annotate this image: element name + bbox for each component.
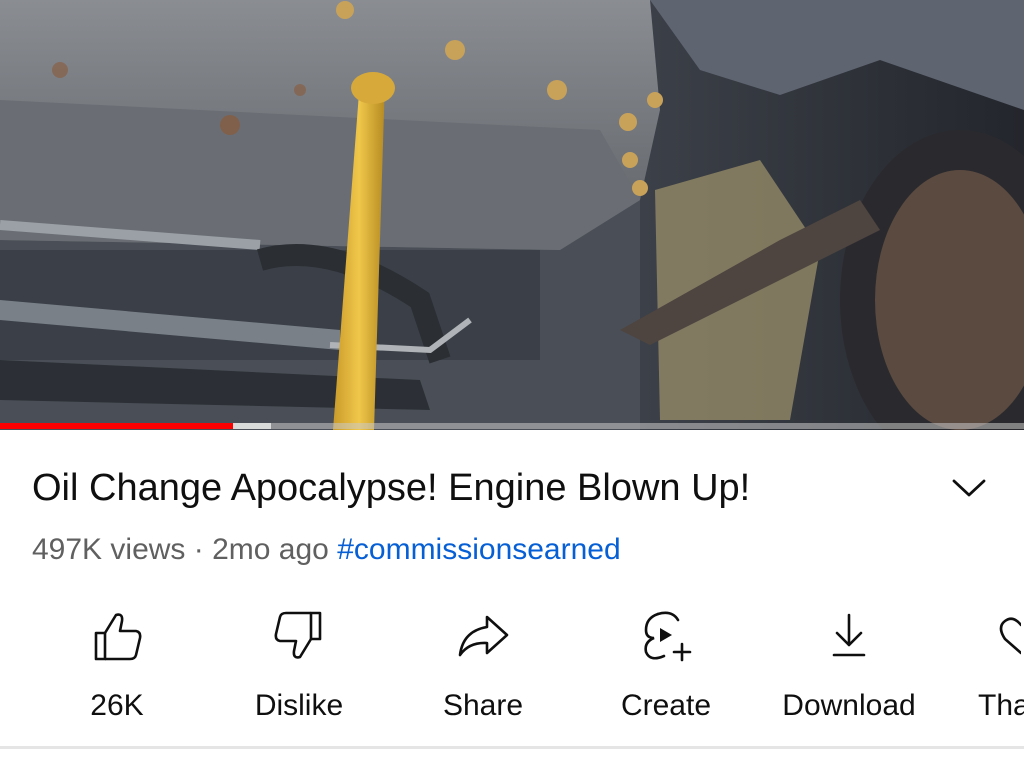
progress-bar[interactable]	[0, 423, 1024, 429]
download-label: Download	[782, 689, 916, 722]
dislike-label: Dislike	[254, 689, 344, 722]
create-button[interactable]: Create	[581, 600, 751, 740]
video-meta: 497K views · 2mo ago #commissionsearned	[32, 530, 621, 570]
video-player[interactable]	[0, 0, 1024, 430]
download-button[interactable]: Download	[764, 600, 934, 740]
thanks-label: Thanks	[978, 689, 1024, 722]
share-label: Share	[442, 689, 524, 722]
action-bar: 26K Dislike Share Create Download Tha	[0, 600, 1024, 750]
meta-separator: ·	[193, 533, 204, 566]
dislike-button[interactable]: Dislike	[214, 600, 384, 740]
create-label: Create	[620, 689, 712, 722]
thanks-button[interactable]: Thanks	[946, 600, 1024, 740]
expand-description-button[interactable]	[946, 470, 992, 510]
video-frame-image	[0, 0, 1024, 430]
create-remix-icon	[636, 606, 696, 666]
video-title[interactable]: Oil Change Apocalypse! Engine Blown Up!	[32, 465, 912, 511]
share-arrow-icon	[453, 606, 513, 666]
progress-played	[0, 423, 234, 429]
share-button[interactable]: Share	[398, 600, 568, 740]
thumbs-down-icon	[269, 606, 329, 666]
download-icon	[819, 606, 879, 666]
view-count: 497K views	[32, 533, 186, 566]
progress-buffered	[233, 423, 272, 429]
thanks-heart-icon	[976, 606, 1024, 666]
like-count: 26K	[90, 689, 144, 722]
chevron-down-icon	[952, 478, 986, 503]
video-info-panel: Oil Change Apocalypse! Engine Blown Up! …	[0, 430, 1024, 770]
hashtag-link[interactable]: #commissionsearned	[337, 533, 620, 566]
section-divider	[0, 746, 1024, 749]
thumbs-up-icon	[87, 606, 147, 666]
upload-age: 2mo ago	[212, 533, 329, 566]
like-button[interactable]: 26K	[32, 600, 202, 740]
